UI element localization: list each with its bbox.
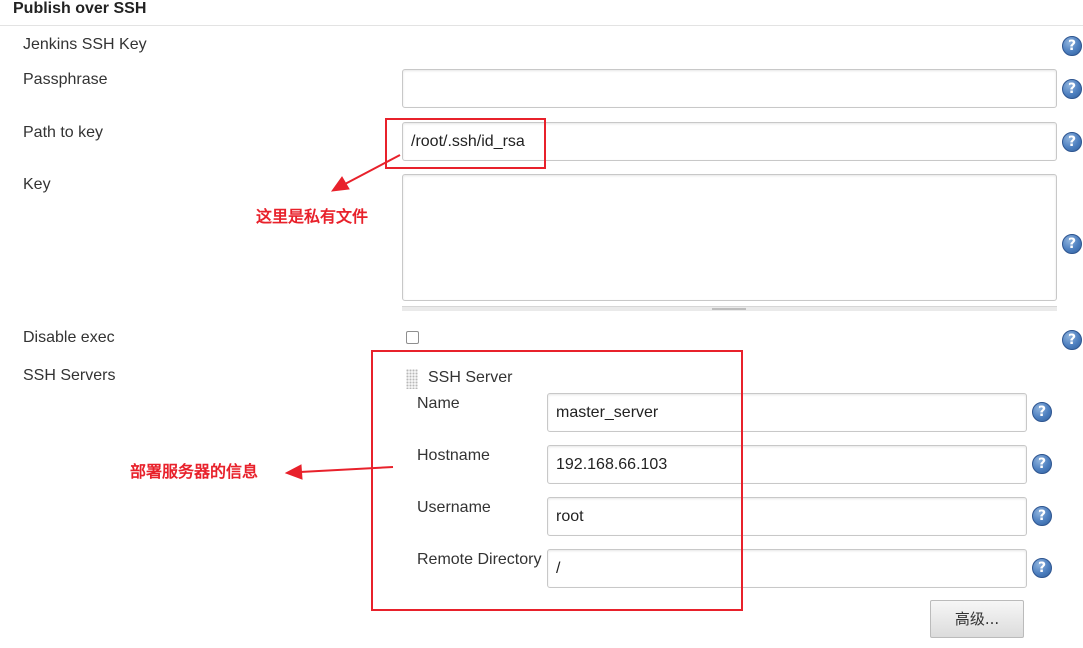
red-arrow <box>284 464 394 480</box>
annotation-arrows <box>284 154 401 480</box>
red-arrow <box>330 154 401 192</box>
